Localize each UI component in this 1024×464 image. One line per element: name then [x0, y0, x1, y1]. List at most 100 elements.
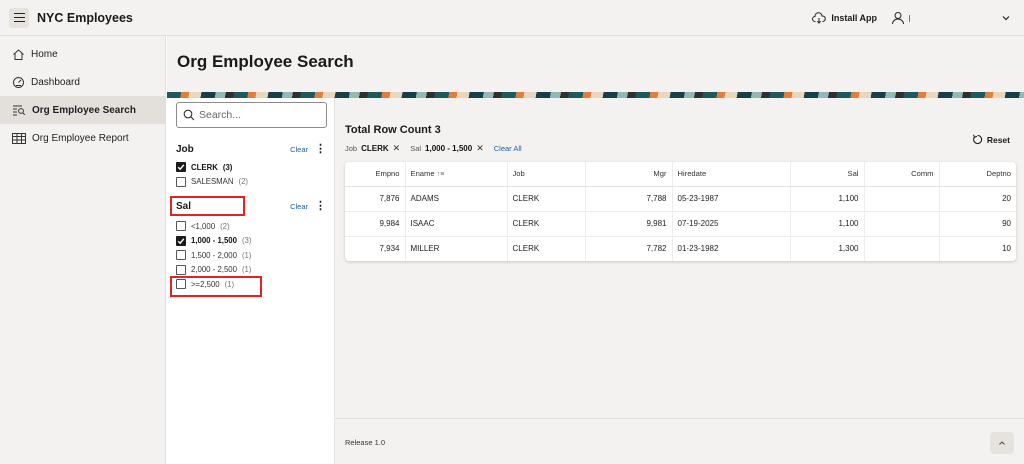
sidebar-item-home[interactable]: Home: [0, 40, 165, 68]
option-count: (2): [238, 177, 248, 187]
user-icon[interactable]: [891, 11, 905, 25]
checkbox[interactable]: [176, 221, 186, 232]
chip-facet-label: Sal: [410, 144, 422, 153]
checkbox-checked[interactable]: [176, 162, 186, 173]
sal-option-2000-2500[interactable]: 2,000 - 2,500 (1): [176, 263, 326, 278]
checkbox[interactable]: [176, 264, 186, 275]
cell-comm: [864, 186, 940, 212]
checkbox[interactable]: [176, 176, 186, 187]
active-filter-chips: Job CLERK ✕ Sal 1,000 - 1,500 ✕ Clear Al…: [345, 143, 522, 154]
kebab-menu-icon[interactable]: ⋮: [315, 143, 326, 154]
option-count: (3): [222, 162, 233, 172]
remove-chip-icon[interactable]: ✕: [476, 143, 484, 154]
option-label: 1,500 - 2,000: [191, 250, 237, 260]
cell-job: CLERK: [507, 211, 586, 237]
grid-header-row: Empno Ename ↑≡ Job Mgr Hiredate Sal Comm…: [345, 162, 1016, 187]
sidebar-item-label: Home: [31, 48, 58, 60]
column-header-ename[interactable]: Ename ↑≡: [405, 162, 508, 187]
option-count: (3): [241, 236, 252, 246]
reset-button[interactable]: Reset: [972, 134, 1010, 145]
clear-all-link[interactable]: Clear All: [494, 144, 522, 153]
cell-ename: ADAMS: [405, 186, 508, 212]
checkbox-checked[interactable]: [176, 235, 186, 246]
sidebar-item-label: Org Employee Search: [32, 104, 136, 116]
scroll-to-top-button[interactable]: [990, 432, 1014, 454]
column-header-hiredate[interactable]: Hiredate: [672, 162, 791, 187]
option-label: SALESMAN: [191, 177, 234, 187]
column-header-label: Ename: [410, 169, 435, 179]
checkbox[interactable]: [176, 250, 186, 261]
checkmark-icon: [177, 164, 185, 171]
column-header-sal[interactable]: Sal: [790, 162, 865, 187]
sidebar-item-org-employee-search[interactable]: Org Employee Search: [0, 96, 165, 124]
job-option-salesman[interactable]: SALESMAN (2): [176, 175, 326, 190]
job-facet-header: Job Clear ⋮: [176, 142, 326, 156]
top-bar: NYC Employees Install App: [0, 0, 1024, 36]
sidebar-item-label: Org Employee Report: [32, 132, 129, 144]
option-label: <1,000: [191, 221, 216, 231]
sidebar-item-org-employee-report[interactable]: Org Employee Report: [0, 124, 165, 152]
cell-deptno: 90: [939, 211, 1016, 237]
app-title[interactable]: NYC Employees: [37, 11, 133, 25]
cell-comm: [864, 236, 940, 261]
search-input[interactable]: Search...: [176, 102, 327, 128]
sal-clear-link[interactable]: Clear: [290, 202, 308, 211]
remove-chip-icon[interactable]: ✕: [393, 143, 401, 154]
job-clear-link[interactable]: Clear: [290, 145, 308, 154]
checkmark-icon: [177, 238, 185, 244]
chevron-down-icon[interactable]: [1000, 12, 1012, 24]
table-row[interactable]: 7,876 ADAMS CLERK 7,788 05-23-1987 1,100…: [345, 186, 1016, 212]
cell-deptno: 20: [939, 186, 1016, 212]
page-title: Org Employee Search: [177, 52, 354, 71]
cell-sal: 1,100: [790, 211, 865, 237]
sidebar-item-dashboard[interactable]: Dashboard: [0, 68, 165, 96]
cell-empno: 7,876: [345, 186, 406, 212]
search-placeholder: Search...: [199, 109, 242, 121]
results-panel: Total Row Count 3 Job CLERK ✕ Sal 1,000 …: [335, 98, 1024, 464]
page-header: Org Employee Search: [167, 36, 1024, 92]
reset-icon: [972, 134, 983, 145]
cell-mgr: 7,782: [585, 236, 673, 261]
column-header-comm[interactable]: Comm: [864, 162, 940, 187]
sort-ascending-icon: ↑≡: [436, 171, 445, 179]
table-row[interactable]: 9,984 ISAAC CLERK 9,981 07-19-2025 1,100…: [345, 211, 1016, 237]
main-content: Org Employee Search Search... Job Clear …: [167, 36, 1024, 464]
option-label: 2,000 - 2,500: [191, 265, 237, 275]
sidebar: Home Dashboard Org Employee Search Org E…: [0, 36, 166, 464]
column-header-empno[interactable]: Empno: [345, 162, 406, 187]
chevron-up-icon: [999, 441, 1005, 445]
sal-option-1500-2000[interactable]: 1,500 - 2,000 (1): [176, 248, 326, 263]
cell-mgr: 7,788: [585, 186, 673, 212]
option-count: (1): [241, 265, 252, 275]
chip-value: 1,000 - 1,500: [425, 144, 473, 153]
job-option-clerk[interactable]: CLERK (3): [176, 160, 326, 175]
kebab-menu-icon[interactable]: ⋮: [315, 200, 326, 211]
results-grid: Empno Ename ↑≡ Job Mgr Hiredate Sal Comm…: [345, 162, 1016, 261]
chip-facet-label: Job: [345, 144, 358, 153]
sal-option-1000-1500[interactable]: 1,000 - 1,500 (3): [176, 234, 326, 249]
search-icon: [183, 109, 195, 121]
menu-icon[interactable]: [9, 7, 29, 28]
column-header-mgr[interactable]: Mgr: [585, 162, 673, 187]
facets-panel: Search... Job Clear ⋮ CLERK (3) SALESMAN…: [167, 98, 335, 464]
cell-empno: 7,934: [345, 236, 406, 261]
column-header-job[interactable]: Job: [507, 162, 586, 187]
cell-job: CLERK: [507, 236, 586, 261]
sal-option-under-1000[interactable]: <1,000 (2): [176, 219, 326, 234]
option-count: (2): [220, 221, 230, 231]
cell-hiredate: 07-19-2025: [672, 211, 791, 237]
job-facet-title: Job: [176, 143, 194, 155]
chip-value: CLERK: [361, 144, 389, 153]
column-header-deptno[interactable]: Deptno: [939, 162, 1016, 187]
cell-hiredate: 01-23-1982: [672, 236, 791, 261]
install-app-button[interactable]: Install App: [812, 12, 877, 24]
table-row[interactable]: 7,934 MILLER CLERK 7,782 01-23-1982 1,30…: [345, 236, 1016, 261]
cell-job: CLERK: [507, 186, 586, 212]
cell-comm: [864, 211, 940, 237]
cell-sal: 1,100: [790, 186, 865, 212]
home-icon: [13, 48, 24, 60]
user-name-indicator: [909, 14, 910, 22]
highlight-box-clerk: [170, 196, 245, 216]
cell-empno: 9,984: [345, 211, 406, 237]
install-app-label: Install App: [831, 13, 877, 23]
